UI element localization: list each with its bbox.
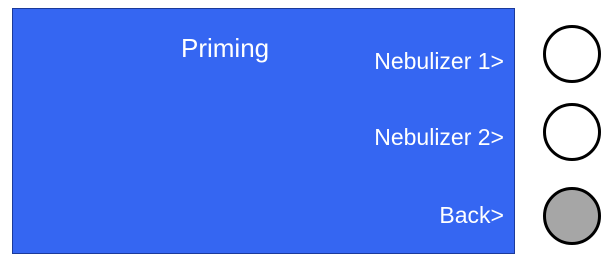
- screen-title: Priming: [181, 33, 270, 63]
- menu-option-nebulizer-1[interactable]: Nebulizer 1>: [374, 47, 504, 75]
- menu-option-back[interactable]: Back>: [439, 201, 504, 229]
- hardware-button-nebulizer-1[interactable]: [543, 25, 601, 83]
- hardware-button-back[interactable]: [543, 187, 601, 245]
- menu-option-nebulizer-2[interactable]: Nebulizer 2>: [374, 123, 504, 151]
- display-screen: Priming Nebulizer 1> Nebulizer 2> Back>: [12, 8, 515, 254]
- hardware-button-nebulizer-2[interactable]: [543, 103, 601, 161]
